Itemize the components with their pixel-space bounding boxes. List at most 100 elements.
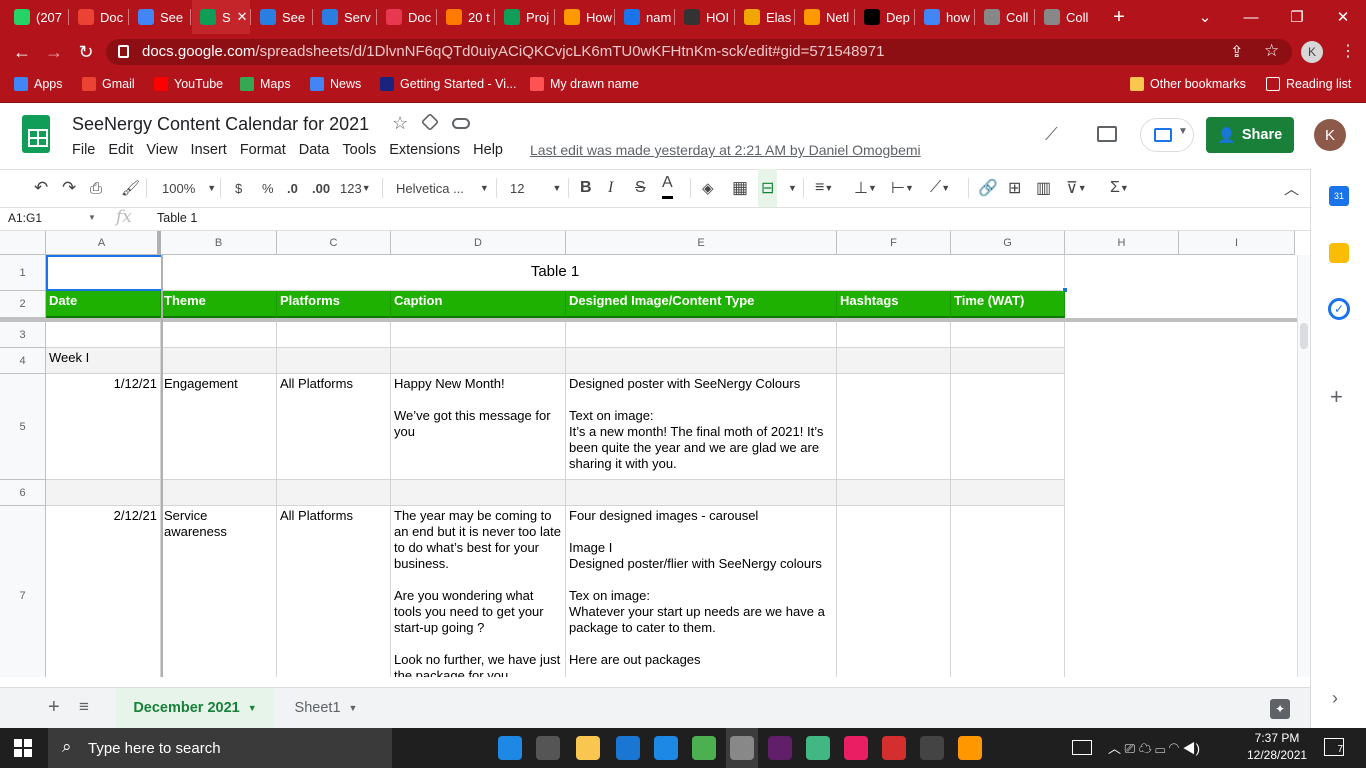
doc-title[interactable]: SeeNergy Content Calendar for 2021 (72, 114, 369, 135)
frozen-column-divider[interactable] (161, 255, 163, 677)
sheets-logo-icon[interactable] (22, 115, 50, 153)
new-tab-button[interactable]: + (1104, 0, 1134, 34)
italic-icon[interactable]: I (608, 169, 613, 207)
undo-icon[interactable]: ↶ (34, 169, 48, 207)
last-edit-link[interactable]: Last edit was made yesterday at 2:21 AM … (530, 142, 921, 158)
vertical-align-icon[interactable]: ⊥ ▼ (854, 169, 877, 207)
empty-cell[interactable] (951, 480, 1065, 506)
chevron-down-icon[interactable]: ▼ (788, 169, 797, 207)
menu-extensions[interactable]: Extensions (389, 142, 460, 158)
header-cell[interactable]: Date (46, 291, 161, 318)
merge-cells-icon[interactable]: ⊟ (758, 169, 778, 207)
paint-format-icon[interactable]: 🖌 (121, 169, 140, 207)
menu-tools[interactable]: Tools (342, 142, 376, 158)
browser-tab[interactable]: Dep (856, 0, 914, 34)
sheet-tab-december[interactable]: December 2021 ▼ (116, 688, 274, 728)
redo-icon[interactable]: ↷ (62, 169, 76, 207)
url-text[interactable]: docs.google.com/spreadsheets/d/1DlvnNF6q… (142, 43, 884, 60)
font-select[interactable]: Helvetica ... ▼ (396, 169, 489, 207)
star-icon[interactable]: ☆ (392, 113, 408, 134)
widgets-icon[interactable] (452, 736, 476, 760)
col-header-a[interactable]: A (46, 231, 161, 255)
collapse-toolbar-icon[interactable]: ︿ (1284, 169, 1299, 207)
empty-cell[interactable] (161, 480, 277, 506)
increase-decimal-button[interactable]: .00 (312, 169, 330, 207)
row-header-6[interactable]: 6 (0, 480, 46, 506)
formula-input[interactable]: Table 1 (157, 211, 197, 225)
browser-tab[interactable]: (207 (6, 0, 64, 34)
present-button[interactable]: ▼ (1140, 118, 1194, 152)
empty-cell[interactable] (46, 480, 161, 506)
chrome-icon[interactable] (692, 736, 716, 760)
empty-cell[interactable] (837, 348, 951, 374)
currency-button[interactable]: $ (235, 169, 242, 207)
add-addon-icon[interactable]: + (1330, 384, 1343, 410)
bookmark-item[interactable]: Apps (14, 70, 63, 98)
bookmark-star-icon[interactable]: ☆ (1264, 41, 1279, 61)
tasks-icon[interactable]: ✓ (1328, 298, 1350, 320)
strikethrough-icon[interactable]: S (635, 169, 646, 207)
empty-cell[interactable] (46, 322, 161, 348)
table-title-cell[interactable]: Table 1 (46, 255, 1065, 291)
header-cell[interactable]: Theme (161, 291, 277, 318)
empty-cell[interactable] (277, 348, 391, 374)
browser-tab[interactable]: S ✕ (192, 0, 250, 34)
header-cell[interactable]: Caption (391, 291, 566, 318)
all-sheets-icon[interactable]: ≡ (79, 697, 89, 717)
text-rotation-icon[interactable]: ⟋ ▼ (930, 169, 950, 207)
browser-tab[interactable]: Serv (314, 0, 372, 34)
add-sheet-icon[interactable]: + (48, 696, 60, 719)
trend-icon[interactable]: ⟋ (1045, 124, 1058, 145)
keep-icon[interactable] (1329, 243, 1349, 263)
app-icon[interactable] (844, 736, 868, 760)
empty-cell[interactable] (161, 322, 277, 348)
windows-start-icon[interactable] (14, 739, 32, 757)
empty-cell[interactable] (837, 322, 951, 348)
other-bookmarks[interactable]: Other bookmarks (1130, 70, 1246, 98)
browser-tab[interactable]: Elas (736, 0, 794, 34)
col-header-g[interactable]: G (951, 231, 1065, 255)
menu-edit[interactable]: Edit (108, 142, 133, 158)
cell-f5[interactable] (837, 374, 951, 480)
browser-tab[interactable]: See (252, 0, 310, 34)
browser-tab[interactable]: Proj (496, 0, 554, 34)
vertical-scrollbar[interactable] (1297, 255, 1310, 677)
empty-cell[interactable] (566, 322, 837, 348)
bookmark-item[interactable]: Maps (240, 70, 291, 98)
office-icon[interactable] (882, 736, 906, 760)
select-all-corner[interactable] (0, 231, 46, 255)
forward-icon[interactable]: → (38, 34, 70, 70)
font-size-select[interactable]: 12 ▼ (510, 169, 561, 207)
bold-icon[interactable]: B (580, 169, 592, 207)
mail-icon[interactable] (616, 736, 640, 760)
cell-e7[interactable]: Four designed images - carousel Image I … (566, 506, 837, 677)
name-box[interactable]: A1:G1 (8, 211, 42, 225)
header-cell[interactable]: Hashtags (837, 291, 951, 318)
header-cell[interactable]: Platforms (277, 291, 391, 318)
vscode-icon[interactable] (654, 736, 678, 760)
empty-cell[interactable] (391, 348, 566, 374)
bookmark-item[interactable]: YouTube (154, 70, 223, 98)
explore-icon[interactable]: ✦ (1270, 699, 1290, 719)
browser-tab[interactable]: See (130, 0, 188, 34)
browser-tab[interactable]: HOI (676, 0, 734, 34)
account-avatar[interactable]: K (1314, 119, 1346, 151)
slack-icon[interactable] (768, 736, 792, 760)
row-header-4[interactable]: 4 (0, 348, 46, 374)
empty-cell[interactable] (951, 322, 1065, 348)
system-tray-icons[interactable]: ︿ ⎚ ☁ ▭ ◠ ◀) (1108, 738, 1200, 757)
zoom-select[interactable]: 100% ▼ (162, 169, 216, 207)
cell-a7[interactable]: 2/12/21 (46, 506, 161, 677)
bookmark-item[interactable]: News (310, 70, 361, 98)
col-header-h[interactable]: H (1065, 231, 1179, 255)
close-window-button[interactable]: ✕ (1320, 0, 1366, 34)
minimize-button[interactable]: — (1228, 0, 1274, 34)
tab-search-icon[interactable]: ⌄ (1182, 0, 1228, 34)
text-color-icon[interactable]: A (662, 169, 673, 199)
row-header-3[interactable]: 3 (0, 322, 46, 348)
row-header-1[interactable]: 1 (0, 255, 46, 291)
row-header-7[interactable]: 7 (0, 506, 46, 677)
cell-b5[interactable]: Engagement (161, 374, 277, 480)
text-wrapping-icon[interactable]: ⊢ ▼ (891, 169, 914, 207)
empty-cell[interactable] (391, 322, 566, 348)
